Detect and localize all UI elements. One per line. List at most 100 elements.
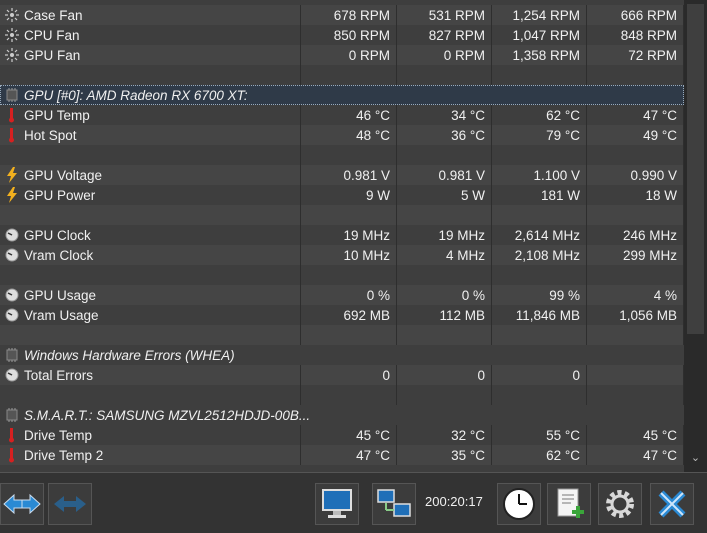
group-header-row[interactable]: S.M.A.R.T.: SAMSUNG MZVL2512HDJD-00B... [0, 405, 684, 425]
minimum-value: 0 RPM [397, 45, 492, 65]
blank-row[interactable] [0, 385, 684, 405]
sensor-row[interactable]: Drive Temp 45 °C 32 °C 55 °C 45 °C [0, 425, 684, 445]
maximum-value: 2,108 MHz [492, 245, 587, 265]
gauge-icon [4, 307, 20, 323]
close-icon [658, 490, 686, 518]
minimum-value [397, 145, 492, 165]
minimum-value: 19 MHz [397, 225, 492, 245]
minimum-value: 827 RPM [397, 25, 492, 45]
thermometer-icon [4, 127, 20, 143]
maximum-value [492, 145, 587, 165]
current-value: 0.981 V [301, 165, 397, 185]
sensor-name: GPU Power [24, 187, 96, 203]
sensor-name: GPU Usage [24, 287, 97, 303]
maximum-value [492, 205, 587, 225]
group-header: Windows Hardware Errors (WHEA) [0, 345, 684, 365]
sensor-name-cell: GPU Usage [0, 285, 301, 305]
thermometer-icon [4, 447, 20, 463]
current-value [301, 205, 397, 225]
sensor-name: Drive Temp [24, 427, 93, 443]
settings-button[interactable] [598, 483, 642, 525]
average-value [587, 325, 684, 345]
report-add-button[interactable] [547, 483, 591, 525]
average-value [587, 265, 684, 285]
average-value: 49 °C [587, 125, 684, 145]
sensor-name-cell: CPU Fan [0, 25, 301, 45]
maximum-value: 2,614 MHz [492, 225, 587, 245]
sensor-row[interactable]: Hot Spot 48 °C 36 °C 79 °C 49 °C [0, 125, 684, 145]
chip-icon [4, 87, 20, 103]
group-label: Windows Hardware Errors (WHEA) [24, 347, 235, 363]
network-button[interactable] [372, 483, 416, 525]
gauge-icon [4, 367, 20, 383]
sensor-name-cell: Drive Temp 2 [0, 445, 301, 465]
minimum-value: 0.981 V [397, 165, 492, 185]
sensor-row[interactable]: GPU Fan 0 RPM 0 RPM 1,358 RPM 72 RPM [0, 45, 684, 65]
sensor-name-cell: GPU Voltage [0, 165, 301, 185]
chip-icon [4, 407, 20, 423]
group-header-row[interactable]: GPU [#0]: AMD Radeon RX 6700 XT: [0, 85, 684, 105]
maximum-value: 1,047 RPM [492, 25, 587, 45]
sensor-table: Case Fan 678 RPM 531 RPM 1,254 RPM 666 RPM CP… [0, 0, 684, 472]
sensor-name: Vram Clock [24, 247, 94, 263]
average-value: 666 RPM [587, 5, 684, 25]
average-value: 18 W [587, 185, 684, 205]
clock-button[interactable] [497, 483, 541, 525]
average-value: 848 RPM [587, 25, 684, 45]
sensor-row[interactable]: Total Errors 0 0 0 [0, 365, 684, 385]
average-value: 299 MHz [587, 245, 684, 265]
current-value [301, 265, 397, 285]
lightning-icon [4, 187, 20, 203]
nav-arrows-disabled-icon [54, 496, 86, 512]
report-add-icon [557, 488, 584, 518]
sensor-name-cell: GPU Power [0, 185, 301, 205]
average-value: 45 °C [587, 425, 684, 445]
group-label: S.M.A.R.T.: SAMSUNG MZVL2512HDJD-00B... [24, 407, 311, 423]
maximum-value [492, 265, 587, 285]
minimum-value: 112 MB [397, 305, 492, 325]
nav-arrows-button[interactable] [0, 483, 44, 525]
current-value: 850 RPM [301, 25, 397, 45]
sensor-row[interactable]: Vram Usage 692 MB 112 MB 11,846 MB 1,056 MB [0, 305, 684, 325]
blank-row[interactable] [0, 265, 684, 285]
bottom-toolbar: 200:20:17 [0, 472, 707, 533]
sensor-row[interactable]: Case Fan 678 RPM 531 RPM 1,254 RPM 666 RPM [0, 5, 684, 25]
sensor-row[interactable]: GPU Voltage 0.981 V 0.981 V 1.100 V 0.990 V [0, 165, 684, 185]
monitor-button[interactable] [315, 483, 359, 525]
blank-row[interactable] [0, 145, 684, 165]
blank-row[interactable] [0, 65, 684, 85]
minimum-value: 0 % [397, 285, 492, 305]
close-button[interactable] [650, 483, 694, 525]
sensor-row[interactable]: GPU Clock 19 MHz 19 MHz 2,614 MHz 246 MHz [0, 225, 684, 245]
sensor-row[interactable]: GPU Usage 0 % 0 % 99 % 4 % [0, 285, 684, 305]
group-header-row[interactable]: Windows Hardware Errors (WHEA) [0, 345, 684, 365]
scroll-thumb[interactable] [687, 4, 704, 334]
sensor-row[interactable]: Drive Temp 2 47 °C 35 °C 62 °C 47 °C [0, 445, 684, 465]
sensor-row[interactable]: GPU Power 9 W5 W 181 W 18 W [0, 185, 684, 205]
sensor-name-cell: GPU Temp [0, 105, 301, 125]
scroll-down-arrow-icon[interactable]: ⌄ [687, 450, 704, 466]
vertical-scrollbar[interactable]: ⌄ [684, 0, 707, 472]
nav-arrows-disabled-button[interactable] [48, 483, 92, 525]
minimum-value: 35 °C [397, 445, 492, 465]
sensor-row[interactable]: Vram Clock 10 MHz 4 MHz 2,108 MHz 299 MHz [0, 245, 684, 265]
blank-row[interactable] [0, 325, 684, 345]
current-value: 45 °C [301, 425, 397, 445]
sensor-name-cell: GPU Clock [0, 225, 301, 245]
current-value: 0 RPM [301, 45, 397, 65]
sensor-name-cell: Drive Temp [0, 425, 301, 445]
thermometer-icon [4, 107, 20, 123]
sensor-row[interactable]: CPU Fan 850 RPM 827 RPM 1,047 RPM 848 RPM [0, 25, 684, 45]
network-icon [377, 489, 411, 517]
maximum-value: 0 [492, 365, 587, 385]
minimum-value [397, 65, 492, 85]
current-value: 47 °C [301, 445, 397, 465]
minimum-value [397, 385, 492, 405]
sensor-name-cell [0, 265, 301, 285]
sensor-name: Total Errors [24, 367, 94, 383]
blank-row[interactable] [0, 205, 684, 225]
average-value: 4 % [587, 285, 684, 305]
current-value: 678 RPM [301, 5, 397, 25]
sensor-name: Hot Spot [24, 127, 77, 143]
sensor-row[interactable]: GPU Temp 46 °C 34 °C 62 °C 47 °C [0, 105, 684, 125]
